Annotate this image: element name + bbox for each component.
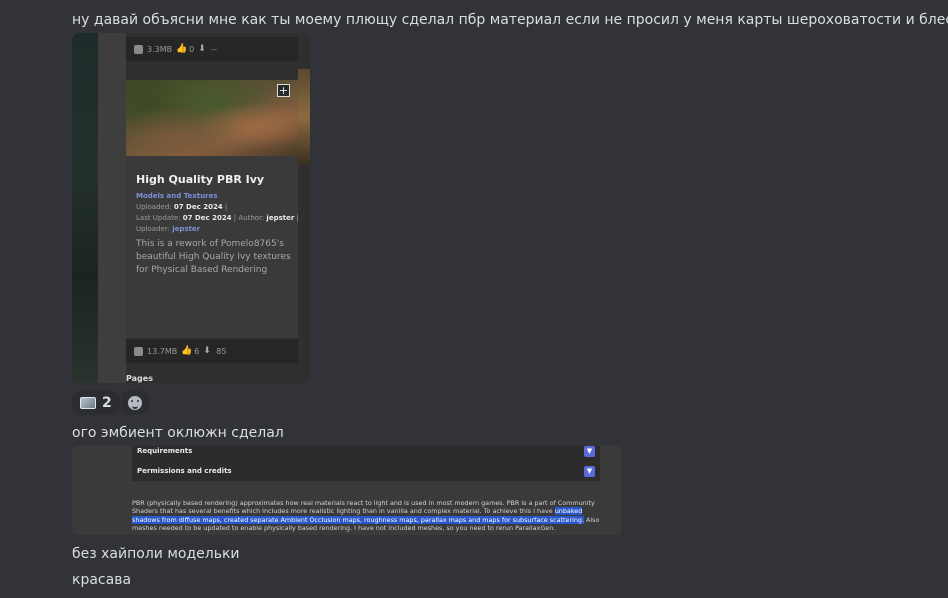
image-emoji-icon bbox=[80, 397, 96, 409]
update-line: Last Update: 07 Dec 2024 | Author: jepst… bbox=[136, 214, 299, 222]
top-extra: -- bbox=[211, 44, 217, 54]
image-attachment-1[interactable]: 3.3MB 👍 0 ⬇ -- + High Quality PBR Ivy Mo… bbox=[72, 33, 310, 383]
message-3: без хайполи модельки bbox=[72, 546, 240, 562]
mod-card: + High Quality PBR Ivy Models and Textur… bbox=[126, 80, 299, 338]
image-attachment-2[interactable]: Requirements ▼ Permissions and credits ▼… bbox=[72, 446, 622, 535]
add-reaction-icon bbox=[128, 396, 142, 410]
top-likes: 0 bbox=[189, 44, 195, 54]
thumbs-up-icon: 👍 bbox=[176, 43, 188, 54]
download-icon: ⬇ bbox=[198, 43, 206, 54]
message-1: ну давай объясни мне как ты моему плющу … bbox=[72, 12, 948, 28]
thumbs-up-icon: 👍 bbox=[181, 345, 193, 356]
chevron-down-icon: ▼ bbox=[584, 446, 595, 457]
pages-label: Pages bbox=[126, 374, 153, 383]
database-icon bbox=[134, 44, 143, 54]
mod-title: High Quality PBR Ivy bbox=[136, 173, 265, 186]
description-text: PBR (physically based rendering) approxi… bbox=[132, 499, 600, 532]
bottom-stats-bar: 13.7MB 👍 6 ⬇ 85 bbox=[126, 339, 298, 363]
reaction-count: 2 bbox=[102, 395, 112, 411]
database-icon bbox=[134, 346, 143, 356]
top-stats-bar: 3.3MB 👍 0 ⬇ -- bbox=[126, 37, 298, 61]
message-4: красава bbox=[72, 572, 132, 588]
requirements-row: Requirements ▼ bbox=[132, 446, 600, 461]
permissions-row: Permissions and credits ▼ bbox=[132, 461, 600, 481]
plus-icon: + bbox=[277, 84, 290, 97]
scene-strip bbox=[72, 33, 98, 383]
bottom-likes: 6 bbox=[194, 346, 200, 356]
chevron-down-icon: ▼ bbox=[584, 465, 595, 477]
mod-description: This is a rework of Pomelo8765's beautif… bbox=[136, 239, 291, 275]
uploaded-line: Uploaded: 07 Dec 2024 | bbox=[136, 203, 228, 211]
message-2: ого эмбиент оклюжн сделал bbox=[72, 425, 284, 441]
add-reaction-button[interactable] bbox=[121, 391, 149, 415]
next-card-preview bbox=[298, 69, 310, 165]
reaction-chip[interactable]: 2 bbox=[72, 391, 120, 415]
bottom-downloads: 85 bbox=[216, 346, 227, 356]
uploader-line: Uploader: jepster bbox=[136, 225, 201, 233]
mod-thumbnail bbox=[126, 80, 298, 156]
top-size: 3.3MB bbox=[147, 44, 173, 54]
download-icon: ⬇ bbox=[203, 345, 211, 356]
bottom-size: 13.7MB bbox=[147, 346, 178, 356]
page-gutter bbox=[98, 33, 126, 383]
mod-category: Models and Textures bbox=[136, 192, 218, 200]
page-margin bbox=[72, 446, 132, 535]
